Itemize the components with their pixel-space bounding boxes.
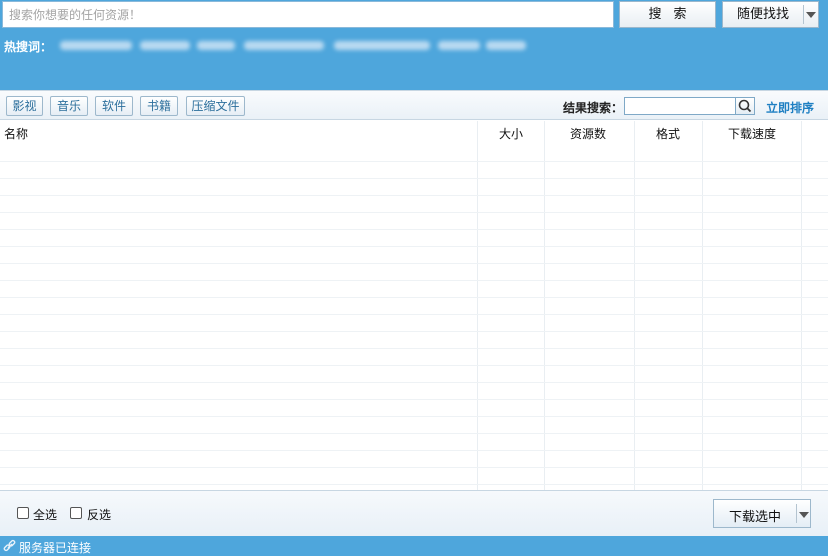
hot-keyword-blurred[interactable] bbox=[197, 41, 235, 50]
row-divider bbox=[0, 399, 828, 400]
download-selected-label: 下载选中 bbox=[728, 510, 781, 525]
table-header: 名称 大小 资源数 格式 下载速度 bbox=[0, 121, 828, 143]
category-video[interactable]: 影视 bbox=[6, 96, 43, 116]
link-icon bbox=[3, 539, 16, 552]
search-button[interactable]: 搜索 bbox=[619, 1, 716, 28]
select-all-label[interactable]: 全选 bbox=[33, 506, 57, 523]
column-resource-count[interactable]: 资源数 bbox=[570, 125, 606, 142]
row-divider bbox=[0, 178, 828, 179]
row-divider bbox=[0, 450, 828, 451]
status-bar: 服务器已连接 bbox=[0, 536, 828, 556]
results-table: 名称 大小 资源数 格式 下载速度 bbox=[0, 121, 828, 490]
row-divider bbox=[0, 229, 828, 230]
hot-keyword-blurred[interactable] bbox=[486, 41, 526, 50]
row-divider bbox=[0, 314, 828, 315]
chevron-down-icon[interactable] bbox=[799, 512, 809, 518]
search-icon bbox=[738, 99, 752, 113]
category-software[interactable]: 软件 bbox=[95, 96, 133, 116]
invert-selection-checkbox[interactable] bbox=[70, 507, 82, 519]
row-divider bbox=[0, 467, 828, 468]
button-divider bbox=[803, 5, 804, 24]
column-divider[interactable] bbox=[477, 121, 478, 490]
row-divider bbox=[0, 382, 828, 383]
select-all-checkbox[interactable] bbox=[17, 507, 29, 519]
row-divider bbox=[0, 246, 828, 247]
invert-selection-label[interactable]: 反选 bbox=[87, 506, 111, 523]
row-divider bbox=[0, 416, 828, 417]
hot-keyword-blurred[interactable] bbox=[438, 41, 480, 50]
category-archives[interactable]: 压缩文件 bbox=[186, 96, 245, 116]
result-search-button[interactable] bbox=[735, 97, 755, 115]
column-download-speed[interactable]: 下载速度 bbox=[728, 125, 776, 142]
row-divider bbox=[0, 161, 828, 162]
random-find-button[interactable]: 随便找找 bbox=[722, 1, 819, 28]
row-divider bbox=[0, 484, 828, 485]
top-search-panel: 搜索 随便找找 热搜词： bbox=[0, 0, 828, 90]
hot-keyword-blurred[interactable] bbox=[140, 41, 190, 50]
hot-keyword-blurred[interactable] bbox=[334, 41, 430, 50]
download-selected-button[interactable]: 下载选中 bbox=[713, 499, 811, 528]
sort-now-link[interactable]: 立即排序 bbox=[766, 99, 814, 116]
row-divider bbox=[0, 348, 828, 349]
column-divider[interactable] bbox=[544, 121, 545, 490]
search-input[interactable] bbox=[2, 1, 614, 28]
row-divider bbox=[0, 433, 828, 434]
column-divider[interactable] bbox=[801, 121, 802, 490]
column-format[interactable]: 格式 bbox=[656, 125, 680, 142]
category-books[interactable]: 书籍 bbox=[140, 96, 178, 116]
category-toolbar: 影视 音乐 软件 书籍 压缩文件 结果搜索： 立即排序 bbox=[0, 90, 828, 120]
connection-status-text: 服务器已连接 bbox=[19, 541, 92, 555]
row-divider bbox=[0, 365, 828, 366]
hot-keyword-blurred[interactable] bbox=[244, 41, 324, 50]
column-divider[interactable] bbox=[634, 121, 635, 490]
result-search-input[interactable] bbox=[624, 97, 736, 115]
hot-keyword-blurred[interactable] bbox=[60, 41, 132, 50]
column-divider[interactable] bbox=[702, 121, 703, 490]
row-divider bbox=[0, 263, 828, 264]
category-music[interactable]: 音乐 bbox=[50, 96, 88, 116]
bottom-action-bar: 全选 反选 下载选中 bbox=[0, 490, 828, 536]
row-divider bbox=[0, 297, 828, 298]
column-name[interactable]: 名称 bbox=[4, 125, 28, 142]
row-divider bbox=[0, 331, 828, 332]
hot-keywords-label: 热搜词： bbox=[4, 40, 53, 54]
result-search-label: 结果搜索： bbox=[563, 101, 624, 115]
row-divider bbox=[0, 280, 828, 281]
random-find-label: 随便找找 bbox=[736, 7, 789, 22]
row-divider bbox=[0, 212, 828, 213]
chevron-down-icon[interactable] bbox=[806, 12, 816, 18]
column-size[interactable]: 大小 bbox=[499, 125, 523, 142]
row-divider bbox=[0, 195, 828, 196]
button-divider bbox=[796, 504, 797, 523]
